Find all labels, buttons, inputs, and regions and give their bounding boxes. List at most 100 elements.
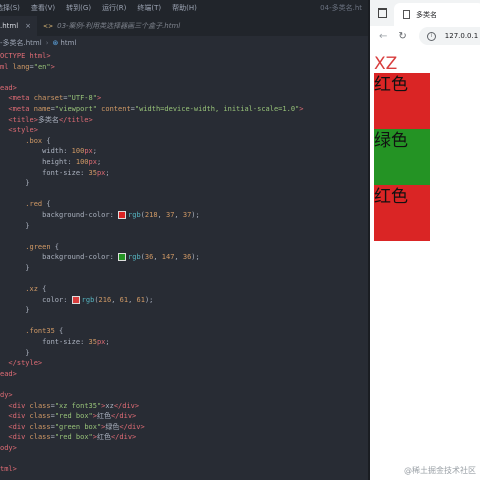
chevron-right-icon: › (45, 38, 49, 47)
code-token: lang (12, 62, 30, 71)
code-token: 35 (88, 168, 97, 177)
menu-item-run[interactable]: 运行(R) (102, 3, 126, 13)
code-line[interactable]: color: rgb(216, 61, 61); (0, 295, 368, 306)
code-token: , (153, 253, 162, 262)
code-token: ); (191, 253, 200, 262)
code-line[interactable] (0, 231, 368, 242)
code-token: font-size (0, 338, 81, 347)
address-bar[interactable]: i 127.0.0.1 (418, 27, 480, 45)
code-line[interactable]: font-size: 35px; (0, 337, 368, 348)
code-line[interactable] (0, 454, 368, 465)
menu-item-help[interactable]: 帮助(H) (172, 3, 197, 13)
code-token: background-color (0, 210, 110, 219)
menu-item-select[interactable]: 选择(S) (0, 3, 20, 13)
code-token: } (0, 221, 30, 230)
code-token: tml> (0, 465, 17, 474)
code-line[interactable]: ead> (0, 369, 368, 380)
code-area[interactable]: OCTYPE html> ml lang="en"> ead> <meta char… (0, 49, 368, 475)
code-line[interactable]: <div class="green box">绿色</div> (0, 422, 368, 433)
code-token: <div (0, 412, 30, 421)
menu-item-terminal[interactable]: 终端(T) (137, 3, 161, 13)
breadcrumb-element[interactable]: html (60, 39, 76, 47)
code-line[interactable]: height: 100px; (0, 157, 368, 168)
code-line[interactable]: </style> (0, 358, 368, 369)
code-token: } (0, 179, 30, 188)
code-editor[interactable]: 选择(S) 查看(V) 转到(G) 运行(R) 终端(T) 帮助(H) 04-多… (0, 0, 368, 480)
breadcrumb-file[interactable]: -多类名.html (0, 38, 42, 48)
code-line[interactable] (0, 189, 368, 200)
code-line[interactable]: background-color: rgb(36, 147, 36); (0, 252, 368, 263)
menu-item-view[interactable]: 查看(V) (31, 3, 55, 13)
code-line[interactable]: ead> (0, 83, 368, 94)
reload-icon[interactable]: ↻ (398, 31, 406, 42)
code-line[interactable] (0, 273, 368, 284)
html-file-icon: <> (43, 22, 54, 30)
menu-item-goto[interactable]: 转到(G) (66, 3, 91, 13)
code-token: .green (0, 242, 55, 251)
code-line[interactable]: <meta name="viewport" content="width=dev… (0, 104, 368, 115)
code-line[interactable] (0, 379, 368, 390)
window-title: 04-多类名.ht (320, 4, 362, 12)
code-token: </style> (0, 359, 43, 368)
window-icon[interactable] (378, 8, 387, 18)
tab-label: .html (0, 22, 19, 30)
code-line[interactable]: ody> (0, 443, 368, 454)
code-line[interactable]: } (0, 305, 368, 316)
code-line[interactable]: } (0, 263, 368, 274)
code-line[interactable]: .box { (0, 136, 368, 147)
code-token: , (111, 295, 120, 304)
code-token: "green box" (54, 422, 102, 431)
code-line[interactable]: width: 100px; (0, 146, 368, 157)
code-token: <div (0, 401, 30, 410)
tab-case-file[interactable]: <> 03-案例-利用类选择器画三个盒子.html (37, 16, 186, 36)
code-line[interactable]: .red { (0, 199, 368, 210)
code-line[interactable]: } (0, 178, 368, 189)
code-line[interactable]: } (0, 221, 368, 232)
code-line[interactable] (0, 72, 368, 83)
code-token: </div> (119, 422, 145, 431)
browser-tab-strip: 多类名 (370, 0, 480, 26)
code-line[interactable]: font-size: 35px; (0, 168, 368, 179)
code-token: , (174, 210, 183, 219)
browser-tab[interactable]: 多类名 (394, 3, 480, 26)
code-line[interactable]: .xz { (0, 284, 368, 295)
code-line[interactable]: <title>多类名</title> (0, 115, 368, 126)
code-token: <meta (0, 104, 34, 113)
code-line[interactable]: dy> (0, 390, 368, 401)
code-token: width (0, 147, 64, 156)
code-line[interactable]: tml> (0, 464, 368, 475)
code-token: ); (144, 295, 154, 304)
tab-active-file[interactable]: .html × (0, 16, 38, 36)
code-line[interactable]: background-color: rgb(218, 37, 37); (0, 210, 368, 221)
code-token: ; (105, 168, 110, 177)
info-icon[interactable]: i (426, 31, 436, 41)
code-line[interactable]: <meta charset="UTF-8"> (0, 93, 368, 104)
code-token: .xz (0, 285, 43, 294)
element-icon: ⊛ (52, 38, 59, 47)
code-token: font-size (0, 168, 81, 177)
code-token: <title> (0, 115, 38, 124)
code-token: .red (0, 200, 47, 209)
code-line[interactable] (0, 316, 368, 327)
code-line[interactable]: ml lang="en"> (0, 62, 368, 73)
code-line[interactable]: <style> (0, 125, 368, 136)
code-line[interactable]: OCTYPE html> (0, 51, 368, 62)
code-line[interactable]: <div class="red box">红色</div> (0, 432, 368, 443)
code-token: 61 (119, 295, 129, 304)
code-token: 100 (75, 157, 89, 166)
code-line[interactable]: .green { (0, 242, 368, 253)
browser-tab-title: 多类名 (416, 10, 437, 19)
code-token: <style> (0, 126, 38, 135)
code-token: { (46, 136, 51, 145)
back-arrow-icon[interactable]: ← (379, 31, 387, 42)
code-line[interactable]: } (0, 348, 368, 359)
code-line[interactable]: <div class="red box">红色</div> (0, 411, 368, 422)
code-token: 多类名 (37, 115, 59, 124)
code-token: name (33, 104, 51, 113)
code-token: </div> (110, 412, 137, 421)
code-line[interactable]: <div class="xz font35">xz</div> (0, 401, 368, 412)
page-icon (403, 10, 410, 19)
code-line[interactable]: .font35 { (0, 326, 368, 337)
code-token: ); (191, 210, 200, 219)
close-tab-icon[interactable]: × (25, 22, 31, 30)
